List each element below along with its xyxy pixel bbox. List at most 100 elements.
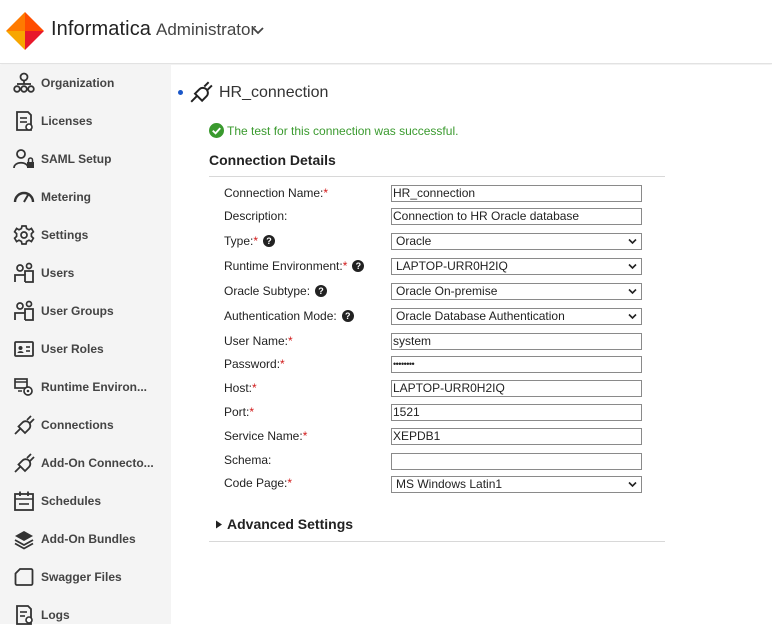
user-name-input[interactable]: system — [391, 333, 642, 350]
sidebar-item-label: User Groups — [41, 304, 114, 318]
connection-name-input[interactable]: HR_connection — [391, 185, 642, 202]
section-divider — [209, 176, 665, 177]
sidebar-item-label: SAML Setup — [41, 152, 112, 166]
success-message: The test for this connection was success… — [209, 123, 458, 138]
schedules-icon — [14, 491, 34, 511]
host-label: Host: * — [224, 381, 257, 395]
sidebar-item-label: Users — [41, 266, 75, 280]
password-input[interactable]: •••••••• — [391, 356, 642, 373]
sidebar-item-settings[interactable]: Settings — [0, 217, 171, 253]
oracle-subtype-select[interactable]: Oracle On-premise — [391, 283, 642, 300]
runtime-icon — [14, 378, 33, 396]
sidebar: Organization Licenses SAML Setup Meterin… — [0, 65, 171, 625]
help-icon[interactable]: ? — [315, 285, 328, 297]
advanced-settings-toggle[interactable]: Advanced Settings — [215, 516, 353, 532]
sidebar-item-addon-connectors[interactable]: Add-On Connecto... — [0, 445, 171, 481]
settings-icon — [13, 225, 35, 245]
service-name-input[interactable]: XEPDB1 — [391, 428, 642, 445]
sidebar-item-label: Add-On Bundles — [41, 532, 136, 546]
help-icon[interactable]: ? — [352, 260, 365, 272]
sidebar-item-label: Add-On Connecto... — [41, 456, 154, 470]
advanced-divider — [209, 541, 665, 542]
sidebar-item-label: Swagger Files — [41, 570, 122, 584]
code-page-value: MS Windows Latin1 — [396, 477, 503, 491]
sidebar-item-label: Logs — [41, 608, 70, 622]
sidebar-item-organization[interactable]: Organization — [0, 65, 171, 101]
chevron-down-icon — [628, 238, 637, 245]
port-input[interactable]: 1521 — [391, 404, 642, 421]
sidebar-item-label: Connections — [41, 418, 114, 432]
schema-input[interactable] — [391, 453, 642, 470]
main-content: HR_connection The test for this connecti… — [171, 65, 772, 624]
code-page-label: Code Page: * — [224, 476, 293, 490]
schema-label: Schema: — [224, 453, 272, 467]
chevron-down-icon — [628, 288, 637, 295]
page-title: HR_connection — [219, 84, 329, 101]
sidebar-item-metering[interactable]: Metering — [0, 179, 171, 215]
connection-name-label: Connection Name: * — [224, 186, 329, 200]
runtime-environment-select[interactable]: LAPTOP-URR0H2IQ — [391, 258, 642, 275]
license-icon — [16, 111, 33, 131]
description-label: Description: — [224, 209, 288, 223]
sidebar-item-swagger-files[interactable]: Swagger Files — [0, 559, 171, 595]
type-select-value: Oracle — [396, 234, 432, 248]
port-label: Port: * — [224, 405, 255, 419]
password-label: Password: * — [224, 357, 285, 371]
chevron-down-icon — [628, 313, 637, 320]
help-icon[interactable]: ? — [341, 310, 354, 322]
authentication-mode-label: Authentication Mode:? — [224, 309, 354, 323]
chevron-down-icon — [628, 263, 637, 270]
metering-icon — [13, 191, 35, 203]
module-switcher[interactable]: Administrator — [156, 20, 256, 40]
sidebar-item-addon-bundles[interactable]: Add-On Bundles — [0, 521, 171, 557]
swagger-icon — [14, 568, 34, 586]
connections-icon — [14, 415, 35, 435]
sidebar-item-user-roles[interactable]: User Roles — [0, 331, 171, 367]
informatica-logo — [6, 12, 44, 50]
chevron-down-icon — [628, 481, 637, 488]
authentication-mode-value: Oracle Database Authentication — [396, 309, 565, 323]
organization-icon — [13, 72, 35, 93]
oracle-subtype-value: Oracle On-premise — [396, 284, 498, 298]
sidebar-item-logs[interactable]: Logs — [0, 597, 171, 633]
description-input[interactable]: Connection to HR Oracle database — [391, 208, 642, 225]
host-input[interactable]: LAPTOP-URR0H2IQ — [391, 380, 642, 397]
sidebar-item-runtime-environments[interactable]: Runtime Environ... — [0, 369, 171, 405]
sidebar-item-users[interactable]: Users — [0, 255, 171, 291]
advanced-settings-label: Advanced Settings — [227, 516, 354, 532]
sidebar-item-connections[interactable]: Connections — [0, 407, 171, 443]
runtime-environment-label: Runtime Environment: *? — [224, 259, 365, 273]
brand-name: Informatica — [51, 18, 152, 40]
sidebar-item-label: Licenses — [41, 114, 93, 128]
runtime-environment-value: LAPTOP-URR0H2IQ — [396, 259, 508, 273]
sidebar-item-user-groups[interactable]: User Groups — [0, 293, 171, 329]
authentication-mode-select[interactable]: Oracle Database Authentication — [391, 308, 642, 325]
saml-icon — [13, 149, 34, 169]
sidebar-item-saml-setup[interactable]: SAML Setup — [0, 141, 171, 177]
code-page-select[interactable]: MS Windows Latin1 — [391, 476, 642, 493]
user-name-label: User Name: * — [224, 334, 293, 348]
sidebar-item-label: Settings — [41, 228, 89, 242]
connection-icon — [190, 81, 213, 103]
sidebar-item-label: Runtime Environ... — [41, 380, 148, 394]
caret-right-icon — [216, 520, 222, 528]
type-label: Type: *? — [224, 234, 276, 248]
sidebar-item-label: Schedules — [41, 494, 102, 508]
logs-icon — [16, 605, 33, 625]
section-title: Connection Details — [209, 152, 336, 168]
chevron-down-icon[interactable] — [252, 26, 264, 36]
sidebar-item-label: Organization — [41, 76, 115, 90]
user-roles-icon — [14, 341, 34, 357]
unsaved-indicator — [178, 90, 183, 95]
help-icon[interactable]: ? — [263, 235, 276, 247]
user-groups-icon — [14, 300, 34, 321]
bundles-icon — [14, 531, 34, 550]
sidebar-item-schedules[interactable]: Schedules — [0, 483, 171, 519]
addon-connector-icon — [14, 453, 35, 473]
sidebar-item-licenses[interactable]: Licenses — [0, 103, 171, 139]
type-select[interactable]: Oracle — [391, 233, 642, 250]
sidebar-item-label: User Roles — [41, 342, 104, 356]
oracle-subtype-label: Oracle Subtype:? — [224, 284, 328, 298]
service-name-label: Service Name: * — [224, 429, 308, 443]
check-circle-icon — [209, 123, 224, 138]
